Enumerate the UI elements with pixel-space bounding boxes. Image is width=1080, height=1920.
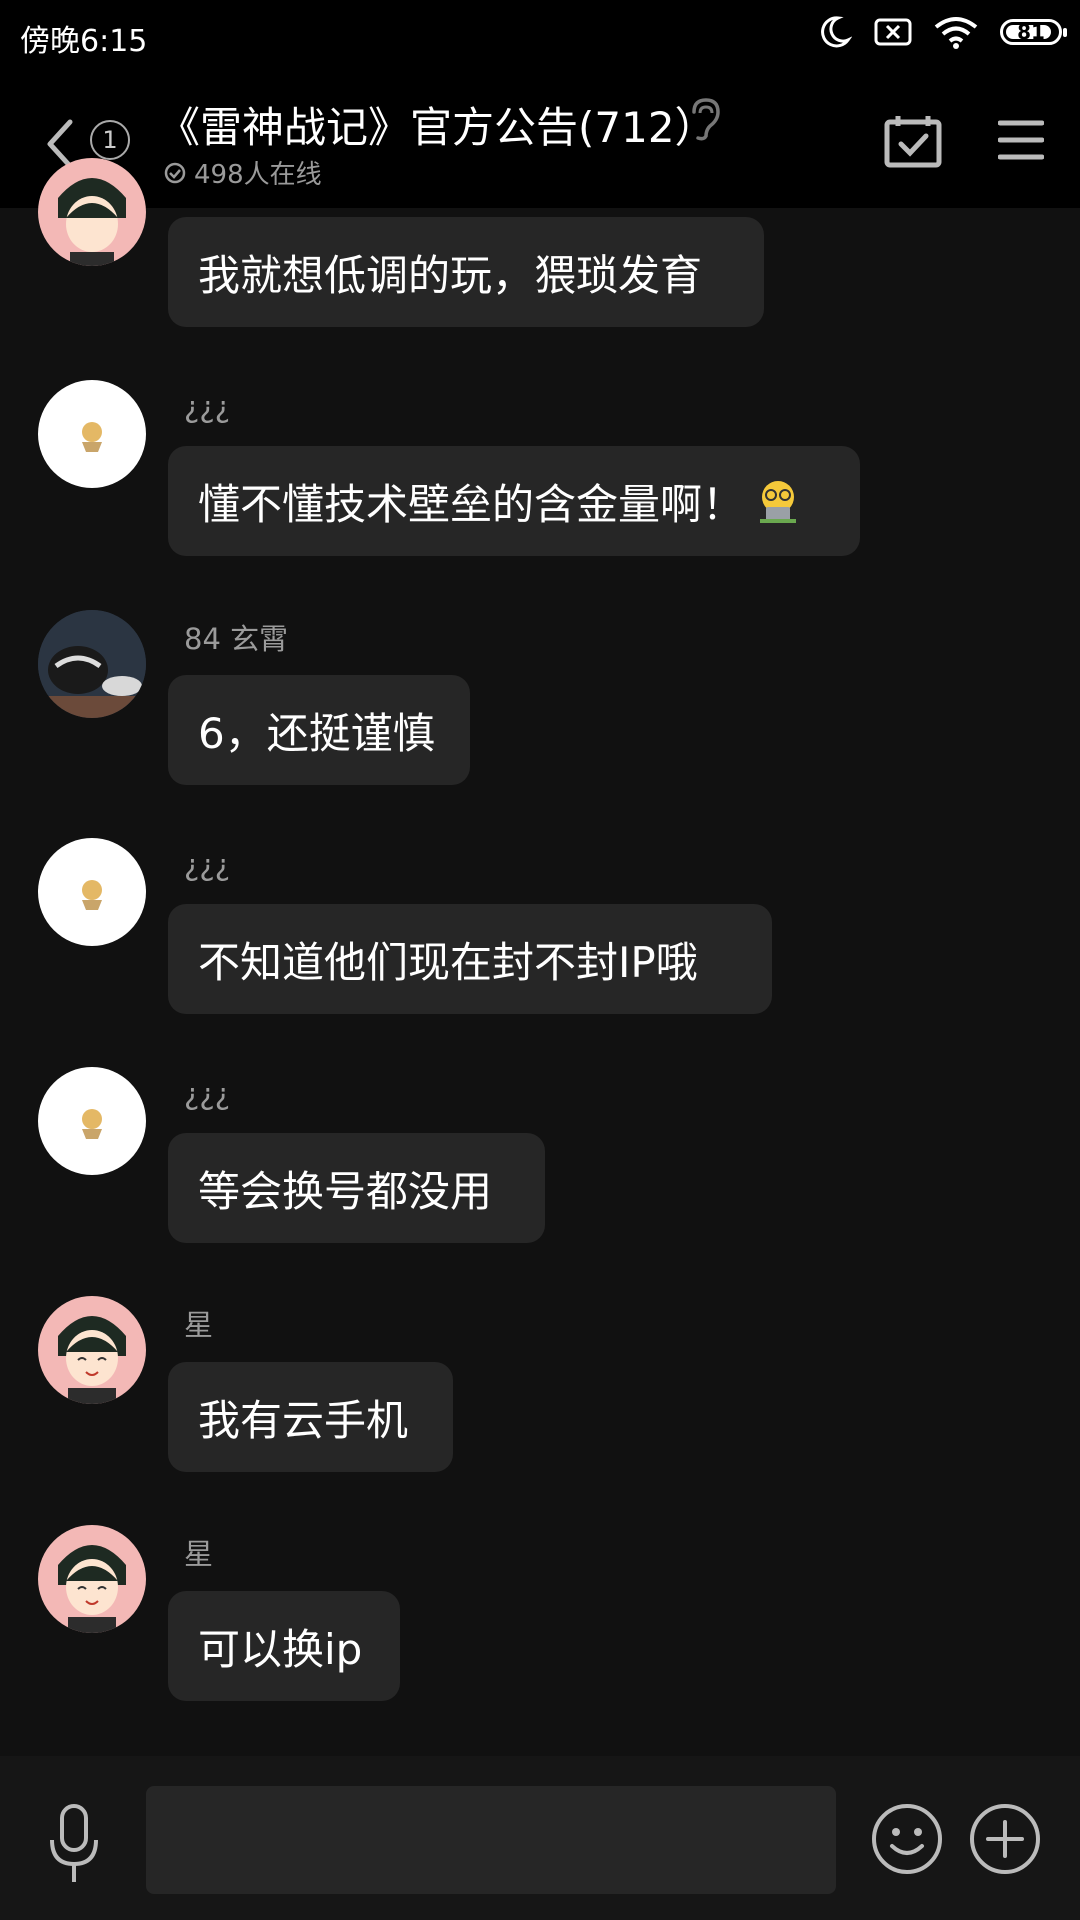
avatar[interactable] (38, 380, 146, 488)
no-sim-icon (874, 18, 912, 46)
ear-icon[interactable] (686, 96, 722, 142)
input-bar (0, 1756, 1080, 1920)
avatar[interactable] (38, 1525, 146, 1633)
chat-title[interactable]: 《雷神战记》官方公告(712） (158, 94, 717, 155)
battery-indicator: 81 (1000, 19, 1067, 45)
calendar-check-icon[interactable] (884, 114, 942, 168)
avatar[interactable] (38, 838, 146, 946)
sender-name: 星 (184, 1308, 214, 1342)
menu-icon[interactable] (998, 118, 1044, 162)
sender-name: 星 (184, 1537, 214, 1571)
sender-name: ¿¿¿ (184, 1077, 231, 1111)
battery-level: 81 (1017, 20, 1045, 44)
online-status: 498人在线 (164, 154, 322, 191)
avatar[interactable] (38, 1296, 146, 1404)
status-bar: 傍晚6:15 81 (0, 0, 1080, 72)
wifi-icon (934, 17, 978, 49)
online-count: 498人在线 (194, 160, 322, 190)
message-bubble[interactable]: 懂不懂技术壁垒的含金量啊！ (168, 446, 860, 556)
sender-name: ¿¿¿ (184, 390, 231, 424)
chat-header: 1 《雷神战记》官方公告(712） 498人在线 (0, 72, 1080, 208)
avatar[interactable] (38, 158, 146, 266)
online-check-icon (164, 162, 186, 183)
moon-icon (821, 16, 852, 48)
message-bubble[interactable]: 6，还挺谨慎 (168, 675, 470, 785)
status-time: 傍晚6:15 (20, 24, 148, 59)
message-bubble[interactable]: 等会换号都没用 (168, 1133, 545, 1243)
message-bubble[interactable]: 可以换ip (168, 1591, 400, 1701)
emoji-icon[interactable] (870, 1802, 944, 1876)
plus-icon[interactable] (968, 1802, 1042, 1876)
sender-name: ¿¿¿ (184, 848, 231, 882)
mic-icon[interactable] (44, 1802, 104, 1886)
avatar[interactable] (38, 610, 146, 718)
nerd-emoji-icon (760, 481, 797, 523)
avatar[interactable] (38, 1067, 146, 1175)
message-bubble[interactable]: 不知道他们现在封不封IP哦 (168, 904, 772, 1014)
message-bubble[interactable]: 我有云手机 (168, 1362, 453, 1472)
unread-count-badge[interactable]: 1 (90, 120, 130, 160)
message-text: 懂不懂技术壁垒的含金量啊！ (198, 479, 745, 529)
status-icons: 81 (816, 14, 1067, 50)
message-input[interactable] (146, 1786, 836, 1894)
message-bubble[interactable]: 我就想低调的玩，猥琐发育 (168, 217, 764, 327)
sender-name: 84 玄霄 (184, 622, 289, 656)
